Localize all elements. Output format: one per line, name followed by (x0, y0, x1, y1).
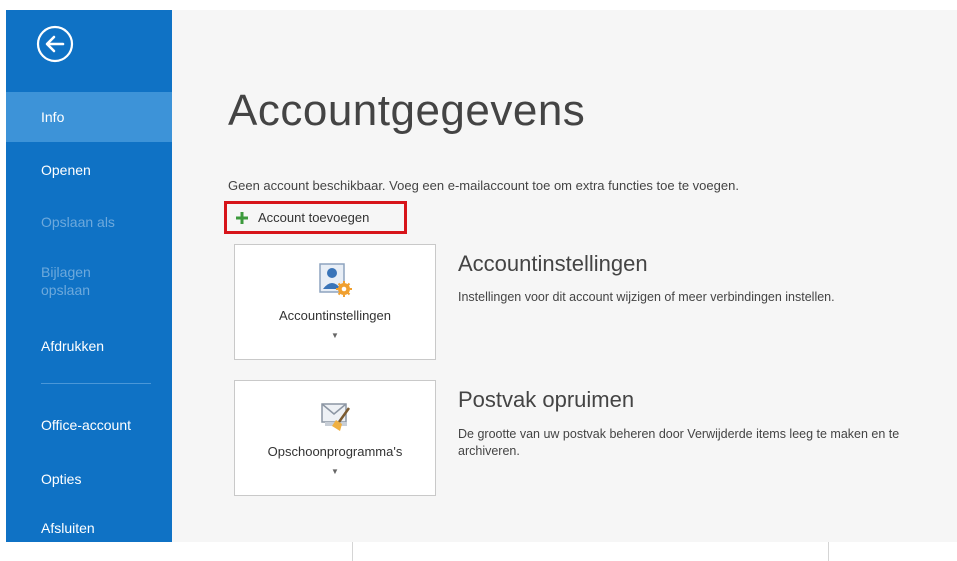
bottom-divider (828, 542, 829, 561)
nav-item-info[interactable]: Info (6, 92, 172, 142)
nav-item-openen[interactable]: Openen (6, 162, 172, 178)
account-settings-description: Instellingen voor dit account wijzigen o… (458, 290, 835, 304)
account-settings-tile-button[interactable]: Accountinstellingen ▼ (234, 244, 436, 360)
chevron-down-icon: ▼ (331, 467, 339, 476)
nav-item-bijlagen-opslaan: Bijlagen opslaan (41, 264, 91, 298)
nav-item-afsluiten[interactable]: Afsluiten (6, 520, 172, 536)
add-account-label: Account toevoegen (258, 210, 370, 225)
backstage-sidebar: Info Openen Opslaan als Bijlagen opslaan… (6, 10, 172, 542)
cleanup-tools-tile-button[interactable]: Opschoonprogramma's ▼ (234, 380, 436, 496)
plus-icon (236, 212, 248, 224)
chevron-down-icon: ▼ (331, 331, 339, 340)
page-title: Accountgegevens (228, 86, 586, 135)
account-settings-icon (319, 263, 352, 297)
add-account-button[interactable]: Account toevoegen (224, 201, 407, 234)
mailbox-cleanup-title: Postvak opruimen (458, 387, 635, 412)
no-account-info-text: Geen account beschikbaar. Voeg een e-mai… (228, 178, 739, 193)
cleanup-tools-tile-label: Opschoonprogramma's (267, 444, 403, 459)
account-settings-title: Accountinstellingen (458, 251, 648, 276)
nav-item-opslaan-als: Opslaan als (41, 214, 115, 230)
nav-separator (41, 383, 151, 384)
bottom-strip (0, 542, 957, 561)
back-arrow-icon (36, 25, 74, 63)
back-button[interactable] (35, 24, 75, 64)
mailbox-cleanup-description: De grootte van uw postvak beheren door V… (458, 427, 900, 458)
nav-item-opties[interactable]: Opties (6, 471, 172, 487)
bottom-divider (352, 542, 353, 561)
nav-item-afdrukken[interactable]: Afdrukken (6, 338, 172, 354)
main-panel: Accountgegevens Geen account beschikbaar… (172, 10, 957, 542)
cleanup-tools-icon (321, 403, 351, 431)
nav-item-office-account[interactable]: Office-account (6, 417, 172, 433)
account-settings-tile-label: Accountinstellingen (278, 308, 392, 323)
